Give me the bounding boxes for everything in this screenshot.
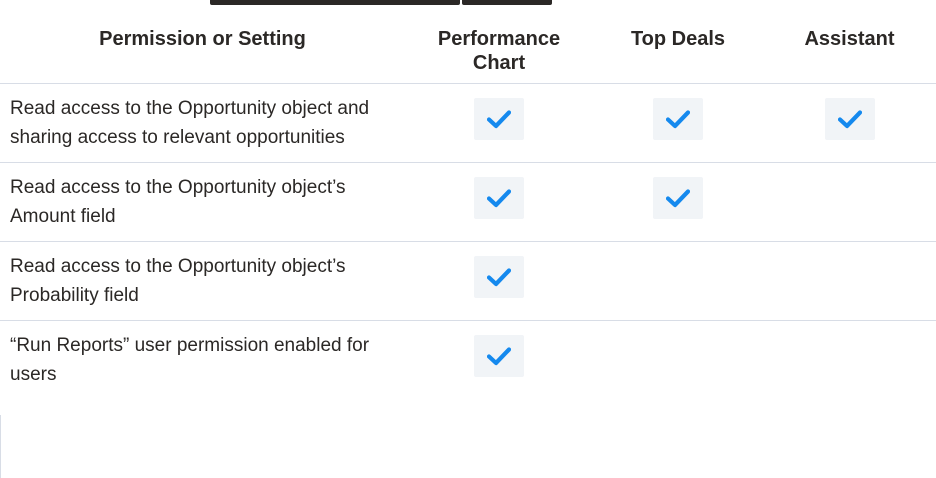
checkmark-icon [474, 98, 524, 140]
clipped-heading [0, 0, 936, 9]
header-performance-chart: Performance Chart [405, 11, 593, 84]
checkmark-icon [653, 177, 703, 219]
table-row: “Run Reports” user permission enabled fo… [0, 321, 936, 400]
cell-performance-chart [405, 241, 593, 321]
cell-assistant [763, 241, 936, 321]
table-row: Read access to the Opportunity object’s … [0, 241, 936, 321]
checkmark-icon [474, 177, 524, 219]
cell-assistant [763, 321, 936, 400]
header-permission-or-setting: Permission or Setting [0, 11, 405, 84]
cell-assistant [763, 162, 936, 242]
setting-description: Read access to the Opportunity object’s … [0, 162, 405, 242]
cell-top-deals [593, 241, 763, 321]
setting-description: “Run Reports” user permission enabled fo… [10, 335, 370, 385]
cell-top-deals [593, 321, 763, 400]
checkmark-icon [824, 98, 875, 140]
cell-performance-chart [405, 162, 593, 242]
cell-top-deals [593, 83, 763, 163]
setting-description: Read access to the Opportunity object’s … [0, 241, 405, 321]
cell-performance-chart [405, 321, 593, 400]
header-assistant: Assistant [763, 11, 936, 84]
header-top-deals: Top Deals [593, 11, 763, 84]
table-row: Read access to the Opportunity object’s … [0, 162, 936, 242]
table-left-rule [0, 415, 1, 478]
cell-assistant [763, 83, 936, 163]
setting-description: Read access to the Opportunity object an… [0, 83, 405, 163]
cell-performance-chart [405, 83, 593, 163]
checkmark-icon [474, 335, 524, 377]
checkmark-icon [474, 256, 524, 298]
permissions-table: Permission or Setting Performance Chart … [0, 11, 936, 399]
table-row: Read access to the Opportunity object an… [0, 83, 936, 163]
cell-top-deals [593, 162, 763, 242]
table-header-row: Permission or Setting Performance Chart … [0, 11, 936, 84]
checkmark-icon [653, 98, 703, 140]
